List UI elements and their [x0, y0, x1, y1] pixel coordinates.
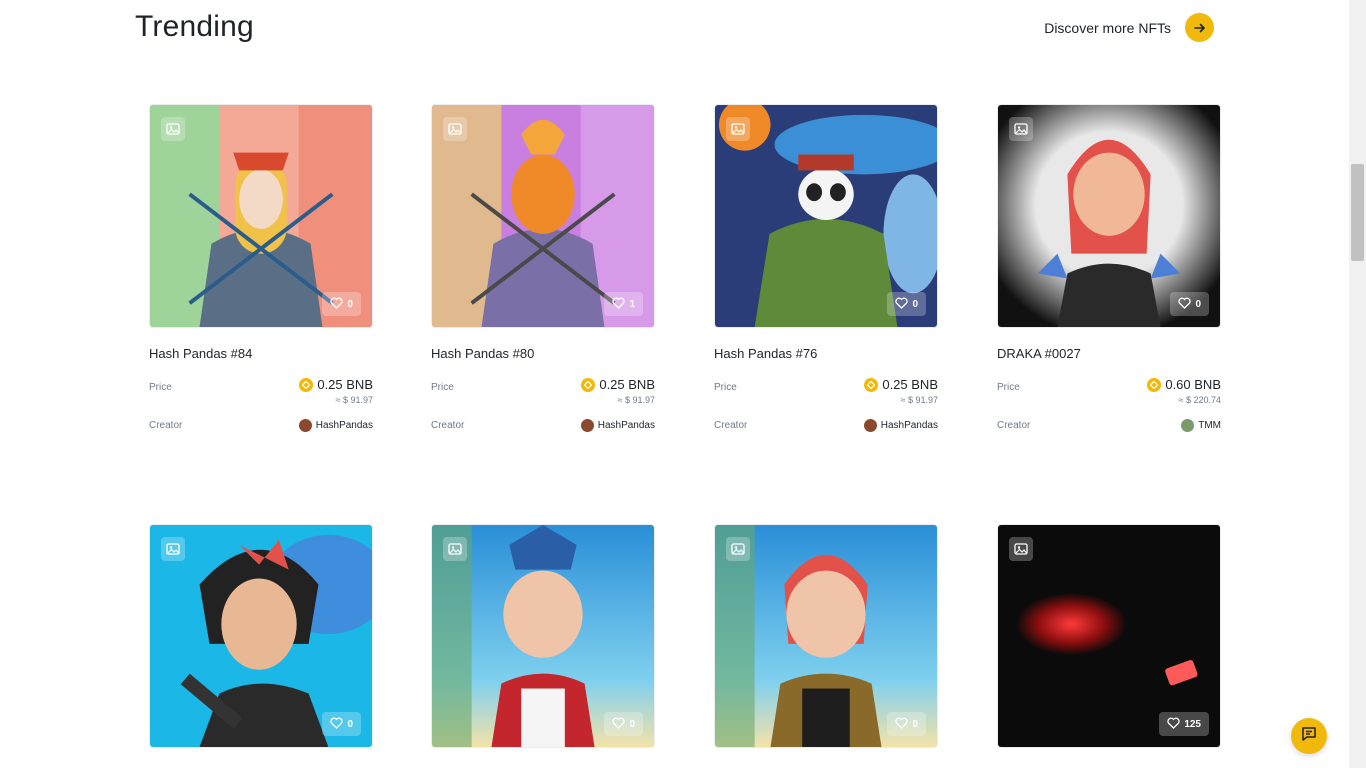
avatar: [298, 419, 312, 432]
creator-link[interactable]: HashPandas: [863, 419, 938, 432]
nft-artwork[interactable]: 1: [431, 104, 655, 328]
like-count: 1: [629, 298, 635, 310]
nft-card[interactable]: 0: [431, 524, 655, 748]
nft-card[interactable]: 1 Hash Pandas #80 Price 0.25 BNB ≈ $ 91.…: [431, 104, 655, 432]
nft-artwork[interactable]: 0: [997, 104, 1221, 328]
page-title: Trending: [135, 10, 254, 43]
heart-icon: [1178, 297, 1192, 312]
usd-value: ≈ $ 91.97: [617, 395, 655, 405]
like-count: 0: [912, 298, 918, 310]
avatar: [1181, 419, 1195, 432]
like-button[interactable]: 125: [1159, 712, 1209, 736]
nft-name[interactable]: Hash Pandas #80: [431, 346, 655, 361]
nft-name[interactable]: Hash Pandas #76: [714, 346, 938, 361]
like-count: 0: [347, 718, 353, 730]
like-count: 125: [1184, 718, 1201, 730]
chat-icon: [1301, 726, 1317, 747]
creator-link[interactable]: HashPandas: [298, 419, 373, 432]
like-button[interactable]: 0: [887, 292, 926, 316]
image-icon: [1009, 117, 1033, 141]
heart-icon: [330, 717, 344, 732]
usd-value: ≈ $ 91.97: [335, 395, 373, 405]
heart-icon: [895, 717, 909, 732]
nft-artwork[interactable]: 125: [997, 524, 1221, 748]
heart-icon: [895, 297, 909, 312]
like-button[interactable]: 0: [1170, 292, 1209, 316]
price-value: 0.25 BNB: [599, 377, 655, 392]
nft-name[interactable]: Hash Pandas #84: [149, 346, 373, 361]
nft-card[interactable]: 0: [714, 524, 938, 748]
creator-name: TMM: [1198, 420, 1221, 431]
like-count: 0: [912, 718, 918, 730]
image-icon: [443, 117, 467, 141]
image-icon: [1009, 537, 1033, 561]
heart-icon: [612, 297, 626, 312]
creator-label: Creator: [997, 420, 1031, 431]
like-button[interactable]: 0: [322, 712, 361, 736]
arrow-right-icon[interactable]: [1185, 13, 1214, 42]
creator-label: Creator: [149, 420, 183, 431]
creator-link[interactable]: HashPandas: [580, 419, 655, 432]
nft-artwork[interactable]: 0: [714, 104, 938, 328]
nft-artwork[interactable]: 0: [149, 104, 373, 328]
price-value: 0.60 BNB: [1165, 377, 1221, 392]
price-label: Price: [149, 382, 172, 393]
like-count: 0: [1195, 298, 1201, 310]
heart-icon: [330, 297, 344, 312]
creator-name: HashPandas: [597, 420, 655, 431]
bnb-coin-icon: [1147, 377, 1162, 392]
nft-artwork[interactable]: 0: [431, 524, 655, 748]
scrollbar-track[interactable]: [1349, 0, 1366, 768]
creator-label: Creator: [714, 420, 748, 431]
image-icon: [443, 537, 467, 561]
bnb-coin-icon: [299, 377, 314, 392]
like-count: 0: [347, 298, 353, 310]
image-icon: [726, 537, 750, 561]
nft-card[interactable]: 0 DRAKA #0027 Price 0.60 BNB ≈ $ 220.74 …: [997, 104, 1221, 432]
chat-button[interactable]: [1291, 718, 1327, 754]
avatar: [580, 419, 594, 432]
discover-more-label: Discover more NFTs: [1044, 19, 1171, 36]
bnb-coin-icon: [581, 377, 596, 392]
creator-name: HashPandas: [880, 420, 938, 431]
price-label: Price: [714, 382, 737, 393]
nft-card[interactable]: 0 Hash Pandas #76 Price 0.25 BNB ≈ $ 91.…: [714, 104, 938, 432]
price-value: 0.25 BNB: [317, 377, 373, 392]
heart-icon: [1167, 717, 1180, 732]
nft-card[interactable]: 0 Hash Pandas #84 Price 0.25 BNB ≈ $ 91.…: [149, 104, 373, 432]
bnb-coin-icon: [864, 377, 879, 392]
avatar: [863, 419, 877, 432]
image-icon: [161, 537, 185, 561]
usd-value: ≈ $ 91.97: [900, 395, 938, 405]
price-label: Price: [431, 382, 454, 393]
nft-card[interactable]: 0: [149, 524, 373, 748]
nft-artwork[interactable]: 0: [714, 524, 938, 748]
discover-more-link[interactable]: Discover more NFTs: [1044, 13, 1214, 42]
creator-name: HashPandas: [315, 420, 373, 431]
nft-name[interactable]: DRAKA #0027: [997, 346, 1221, 361]
usd-value: ≈ $ 220.74: [1178, 395, 1221, 405]
price-label: Price: [997, 382, 1020, 393]
creator-label: Creator: [431, 420, 465, 431]
like-count: 0: [629, 718, 635, 730]
nft-card[interactable]: 125: [997, 524, 1221, 748]
nft-artwork[interactable]: 0: [149, 524, 373, 748]
like-button[interactable]: 0: [604, 712, 643, 736]
price-value: 0.25 BNB: [882, 377, 938, 392]
creator-link[interactable]: TMM: [1181, 419, 1221, 432]
like-button[interactable]: 0: [322, 292, 361, 316]
image-icon: [161, 117, 185, 141]
heart-icon: [612, 717, 626, 732]
like-button[interactable]: 0: [887, 712, 926, 736]
scrollbar-thumb[interactable]: [1351, 164, 1364, 261]
like-button[interactable]: 1: [604, 292, 643, 316]
image-icon: [726, 117, 750, 141]
